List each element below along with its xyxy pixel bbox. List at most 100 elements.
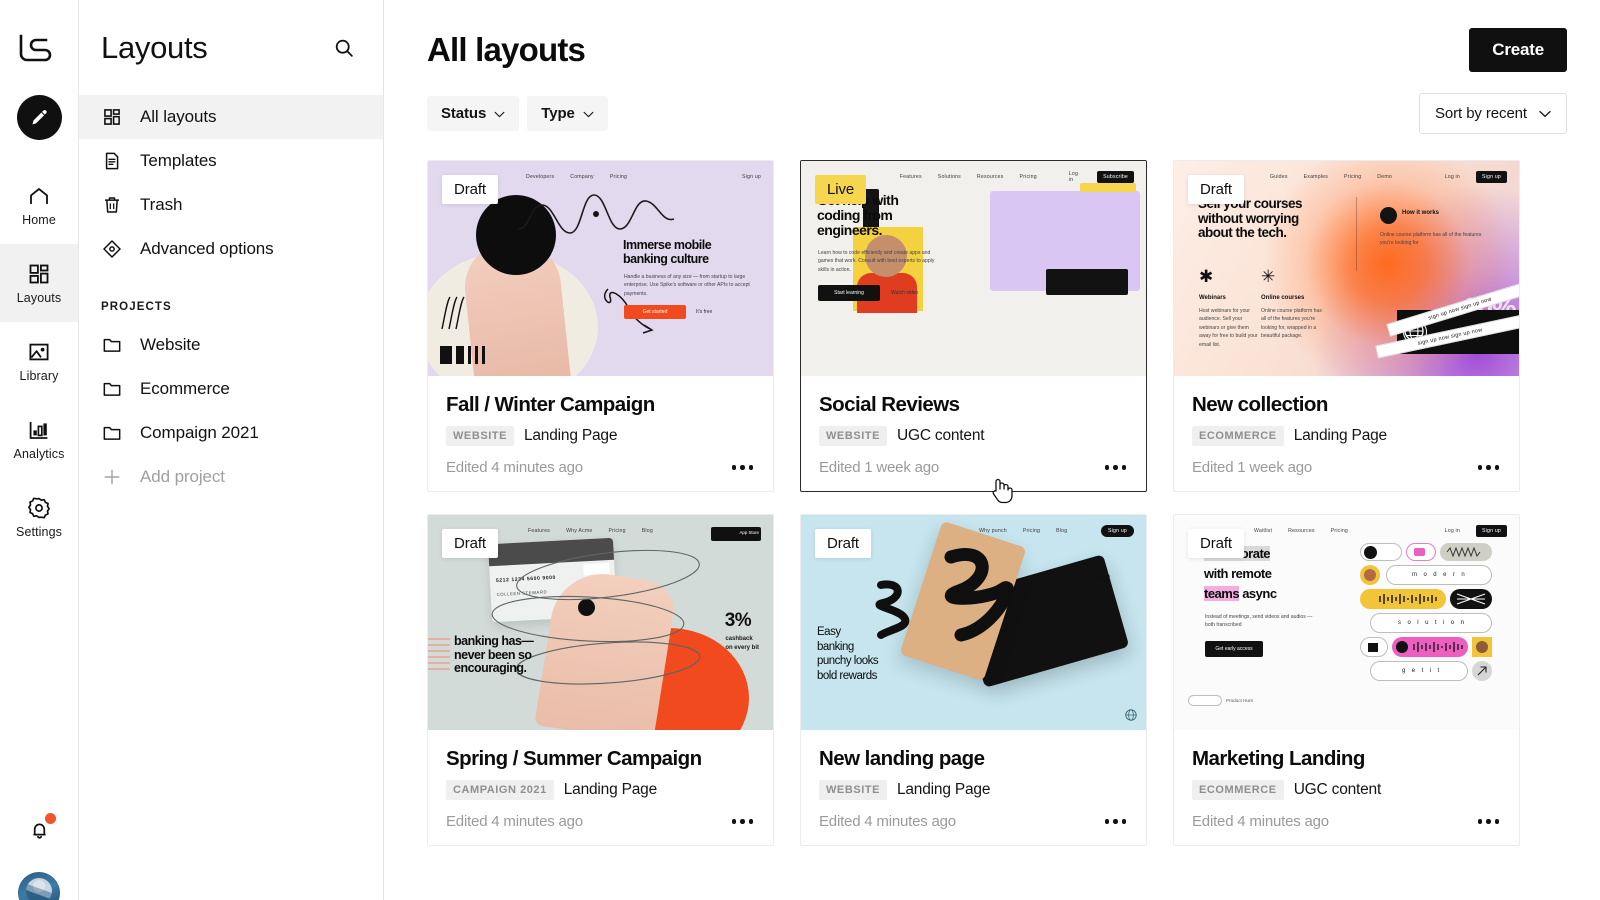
layout-card[interactable]: Developers Company Pricing Sign up Immer… — [427, 160, 774, 492]
thumb-heading-line: with remote — [1204, 566, 1272, 581]
more-options-icon[interactable] — [1476, 813, 1502, 830]
brand-logo-icon[interactable] — [17, 27, 61, 71]
card-type: UGC content — [896, 427, 985, 444]
card-footer: Edited 4 minutes ago — [801, 800, 1146, 845]
projects-heading: PROJECTS — [101, 301, 172, 313]
layout-card[interactable]: Waitlist Resources Pricing Log in Sign u… — [1173, 514, 1520, 846]
sidebar-nav: All layouts Templates Trash Advanced opt… — [79, 95, 383, 271]
thumb-nav-item: Pricing — [1330, 528, 1348, 534]
rail-nav-list: Home Layouts Library Analytics Settings — [0, 166, 78, 556]
thumb-link: Watch video — [891, 290, 919, 296]
type-filter-button[interactable]: Type — [527, 96, 608, 131]
thumb-feature-title: Online courses — [1261, 295, 1305, 301]
more-options-icon[interactable] — [1103, 459, 1129, 476]
notifications-button[interactable] — [22, 812, 56, 846]
thumb-nav-item: Pricing — [1344, 174, 1362, 180]
chevron-down-icon — [494, 105, 505, 122]
rail-item-library[interactable]: Library — [0, 322, 78, 400]
thumb-nav-item: Demo — [1377, 174, 1392, 180]
sort-button[interactable]: Sort by recent — [1419, 93, 1567, 134]
thumb-nav-item: Resources — [1288, 528, 1315, 534]
thumb-feature-title: Webinars — [1199, 295, 1226, 301]
add-project-button[interactable]: Add project — [79, 455, 383, 499]
rail-item-settings[interactable]: Settings — [0, 478, 78, 556]
avatar[interactable] — [18, 872, 60, 900]
icon-rail: Home Layouts Library Analytics Settings — [0, 0, 79, 900]
thumb-nav-item: Waitlist — [1254, 528, 1273, 534]
rail-item-label: Analytics — [13, 446, 65, 461]
sidebar-item-advanced-options[interactable]: Advanced options — [79, 227, 383, 271]
filter-group: Status Type — [427, 96, 608, 131]
rail-item-label: Home — [22, 212, 56, 227]
thumb-link: How it works — [1402, 210, 1440, 216]
thumb-paragraph: Instead of meetings, send videos and aud… — [1205, 614, 1313, 629]
thumb-heading: Immerse mobile banking culture — [623, 238, 712, 266]
create-button[interactable]: Create — [1469, 28, 1567, 72]
status-filter-button[interactable]: Status — [427, 96, 520, 131]
card-project-tag: ECOMMERCE — [1192, 426, 1284, 446]
sidebar-item-trash[interactable]: Trash — [79, 183, 383, 227]
card-project-tag: ECOMMERCE — [1192, 780, 1284, 800]
sidebar-item-label: Templates — [140, 151, 217, 170]
card-type: UGC content — [1293, 781, 1382, 798]
search-icon[interactable] — [329, 33, 359, 63]
card-body: Spring / Summer Campaign CAMPAIGN 2021 L… — [428, 730, 773, 800]
thumb-nav-item: Guides — [1270, 174, 1288, 180]
layout-card[interactable]: Features Solutions Resources Pricing Log… — [800, 160, 1147, 492]
layout-card[interactable]: Features Why punch Pricing Blog Sign up — [800, 514, 1147, 846]
notification-dot — [45, 813, 56, 824]
rail-item-layouts[interactable]: Layouts — [0, 244, 78, 322]
thumb-cta: Subscribe — [1097, 171, 1134, 183]
card-project-tag: CAMPAIGN 2021 — [446, 780, 554, 800]
project-item-website[interactable]: Website — [79, 323, 383, 367]
thumb-heading-line: async — [1239, 586, 1277, 601]
thumb-nav-item: Company — [570, 174, 594, 180]
card-footer: Edited 4 minutes ago — [428, 800, 773, 845]
more-options-icon[interactable] — [1476, 459, 1502, 476]
diamond-icon — [101, 238, 123, 260]
card-title: New collection — [1192, 393, 1328, 416]
more-options-icon[interactable] — [1103, 813, 1129, 830]
rail-item-analytics[interactable]: Analytics — [0, 400, 78, 478]
sidebar-item-all-layouts[interactable]: All layouts — [79, 95, 383, 139]
trash-icon — [101, 194, 123, 216]
sidebar-item-templates[interactable]: Templates — [79, 139, 383, 183]
folder-icon — [101, 422, 123, 444]
project-item-ecommerce[interactable]: Ecommerce — [79, 367, 383, 411]
thumb-nav-item: Blog — [1056, 528, 1068, 534]
card-title: Spring / Summer Campaign — [446, 747, 702, 770]
edit-button[interactable] — [16, 95, 62, 140]
card-title: New landing page — [819, 747, 985, 770]
thumb-cta: Sign up — [1101, 525, 1134, 537]
thumb-stat-sub: cashback on every bit — [725, 636, 759, 651]
card-meta: WEBSITE Landing Page — [446, 426, 755, 446]
card-type: Landing Page — [1293, 427, 1387, 444]
card-thumbnail: Guides Examples Pricing Demo Log in Sign… — [1174, 161, 1519, 376]
layout-card[interactable]: Features Why Acme Pricing Blog App Store… — [427, 514, 774, 846]
card-footer: Edited 1 week ago — [1174, 446, 1519, 491]
card-meta: WEBSITE Landing Page — [819, 780, 1128, 800]
sidebar: Layouts All layouts Templates Trash Adva… — [79, 0, 384, 900]
project-item-compaign-2021[interactable]: Compaign 2021 — [79, 411, 383, 455]
status-badge: Draft — [442, 529, 499, 558]
more-options-icon[interactable] — [730, 459, 756, 476]
card-thumbnail: Features Why punch Pricing Blog Sign up — [801, 515, 1146, 730]
layout-card[interactable]: Guides Examples Pricing Demo Log in Sign… — [1173, 160, 1520, 492]
thumb-nav-item: Examples — [1303, 174, 1329, 180]
rail-item-home[interactable]: Home — [0, 166, 78, 244]
card-thumbnail: Waitlist Resources Pricing Log in Sign u… — [1174, 515, 1519, 730]
sidebar-item-label: Trash — [140, 195, 183, 214]
main-header: All layouts Create — [384, 0, 1600, 72]
thumb-stat: 3% — [724, 610, 752, 631]
more-options-icon[interactable] — [730, 813, 756, 830]
status-badge: Draft — [1188, 175, 1245, 204]
thumb-nav-item: Features — [528, 528, 551, 534]
grid-icon — [101, 106, 123, 128]
folder-icon — [101, 378, 123, 400]
card-meta: CAMPAIGN 2021 Landing Page — [446, 780, 755, 800]
card-type: Landing Page — [563, 781, 658, 798]
card-body: Social Reviews WEBSITE UGC content — [801, 376, 1146, 446]
status-badge: Live — [815, 175, 867, 204]
rail-bottom — [0, 812, 78, 900]
thumb-nav-item: Pricing — [1019, 174, 1037, 180]
